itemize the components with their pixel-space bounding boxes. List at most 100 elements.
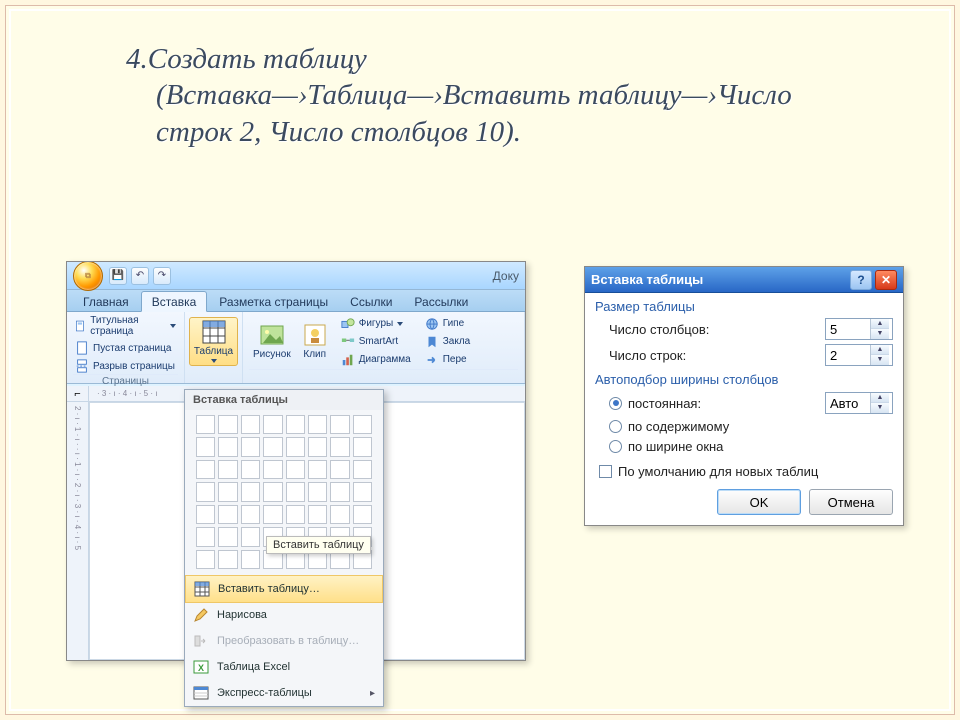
grid-cell[interactable] [196,482,215,501]
picture-button[interactable]: Рисунок [249,321,295,362]
grid-cell[interactable] [263,437,282,456]
cover-page-button[interactable]: Титульная страница [73,314,178,338]
dialog-titlebar: Вставка таблицы ? ✕ [585,267,903,293]
fixed-width-input[interactable] [826,396,870,411]
tooltip-insert-table: Вставить таблицу [266,536,371,554]
chart-button[interactable]: Диаграмма [339,352,413,368]
grid-cell[interactable] [308,415,327,434]
radio-autofit-window[interactable]: по ширине окна [609,439,893,454]
grid-cell[interactable] [308,505,327,524]
grid-cell[interactable] [196,550,215,569]
help-button[interactable]: ? [850,270,872,290]
grid-cell[interactable] [218,505,237,524]
grid-cell[interactable] [308,482,327,501]
pencil-icon [193,607,209,623]
word-titlebar: ⧉ 💾 ↶ ↷ Доку [67,262,525,290]
grid-cell[interactable] [218,550,237,569]
grid-cell[interactable] [353,437,372,456]
grid-cell[interactable] [263,460,282,479]
columns-spinner[interactable]: ▲▼ [825,318,893,340]
rows-input[interactable] [826,348,870,363]
tab-mailings[interactable]: Рассылки [404,292,478,311]
grid-cell[interactable] [263,482,282,501]
redo-icon[interactable]: ↷ [153,267,171,285]
grid-cell[interactable] [330,482,349,501]
grid-cell[interactable] [286,482,305,501]
grid-cell[interactable] [241,527,260,546]
grid-cell[interactable] [330,415,349,434]
grid-cell[interactable] [286,437,305,456]
radio-autofit-contents[interactable]: по содержимому [609,419,893,434]
grid-cell[interactable] [218,527,237,546]
tab-insert[interactable]: Вставка [141,291,208,312]
crossref-icon [425,353,439,367]
grid-cell[interactable] [308,460,327,479]
save-icon[interactable]: 💾 [109,267,127,285]
grid-cell[interactable] [286,460,305,479]
tab-page-layout[interactable]: Разметка страницы [209,292,338,311]
grid-cell[interactable] [263,415,282,434]
grid-cell[interactable] [218,460,237,479]
grid-cell[interactable] [196,415,215,434]
smartart-button[interactable]: SmartArt [339,334,413,350]
grid-cell[interactable] [196,527,215,546]
grid-cell[interactable] [330,460,349,479]
grid-cell[interactable] [241,550,260,569]
rows-label: Число строк: [609,348,825,363]
grid-cell[interactable] [308,437,327,456]
chevron-down-icon [397,322,403,326]
grid-cell[interactable] [218,482,237,501]
spin-down-icon[interactable]: ▼ [871,403,889,413]
grid-cell[interactable] [241,437,260,456]
grid-cell[interactable] [218,437,237,456]
page-break-button[interactable]: Разрыв страницы [73,358,177,374]
tab-references[interactable]: Ссылки [340,292,402,311]
spin-up-icon[interactable]: ▲ [871,393,889,403]
menu-insert-table[interactable]: Вставить таблицу… [185,575,383,603]
fixed-width-spinner[interactable]: ▲▼ [825,392,893,414]
grid-cell[interactable] [263,505,282,524]
columns-input[interactable] [826,322,870,337]
close-button[interactable]: ✕ [875,270,897,290]
remember-checkbox[interactable]: По умолчанию для новых таблиц [599,464,893,479]
shapes-button[interactable]: Фигуры [339,316,413,332]
spin-down-icon[interactable]: ▼ [871,355,889,365]
spin-up-icon[interactable]: ▲ [871,345,889,355]
grid-cell[interactable] [196,460,215,479]
grid-cell[interactable] [241,415,260,434]
grid-cell[interactable] [330,437,349,456]
grid-cell[interactable] [241,505,260,524]
radio-fixed-width[interactable]: постоянная: ▲▼ [609,392,893,414]
grid-cell[interactable] [353,460,372,479]
grid-cell[interactable] [353,482,372,501]
menu-draw-table[interactable]: Нарисова [185,602,383,628]
rows-spinner[interactable]: ▲▼ [825,344,893,366]
cancel-button[interactable]: Отмена [809,489,893,515]
grid-cell[interactable] [196,505,215,524]
spin-down-icon[interactable]: ▼ [871,329,889,339]
menu-excel-table[interactable]: X Таблица Excel [185,654,383,680]
grid-cell[interactable] [241,482,260,501]
blank-page-button[interactable]: Пустая страница [73,340,173,356]
grid-cell[interactable] [241,460,260,479]
grid-cell[interactable] [196,437,215,456]
undo-icon[interactable]: ↶ [131,267,149,285]
grid-cell[interactable] [330,505,349,524]
hyperlink-button[interactable]: Гипе [423,316,473,332]
grid-cell[interactable] [286,415,305,434]
table-button[interactable]: Таблица [189,317,238,366]
instruction-line1: 4.Создать таблицу [126,43,367,75]
grid-cell[interactable] [353,505,372,524]
menu-quick-tables[interactable]: Экспресс-таблицы ▸ [185,680,383,706]
office-button[interactable]: ⧉ [73,261,103,291]
tab-home[interactable]: Главная [73,292,139,311]
grid-cell[interactable] [286,505,305,524]
crossref-button[interactable]: Пере [423,352,473,368]
bookmark-button[interactable]: Закла [423,334,473,350]
grid-cell[interactable] [218,415,237,434]
spin-up-icon[interactable]: ▲ [871,319,889,329]
ok-button[interactable]: OK [717,489,801,515]
clipart-button[interactable]: Клип [299,321,331,362]
picture-icon [260,323,284,347]
grid-cell[interactable] [353,415,372,434]
